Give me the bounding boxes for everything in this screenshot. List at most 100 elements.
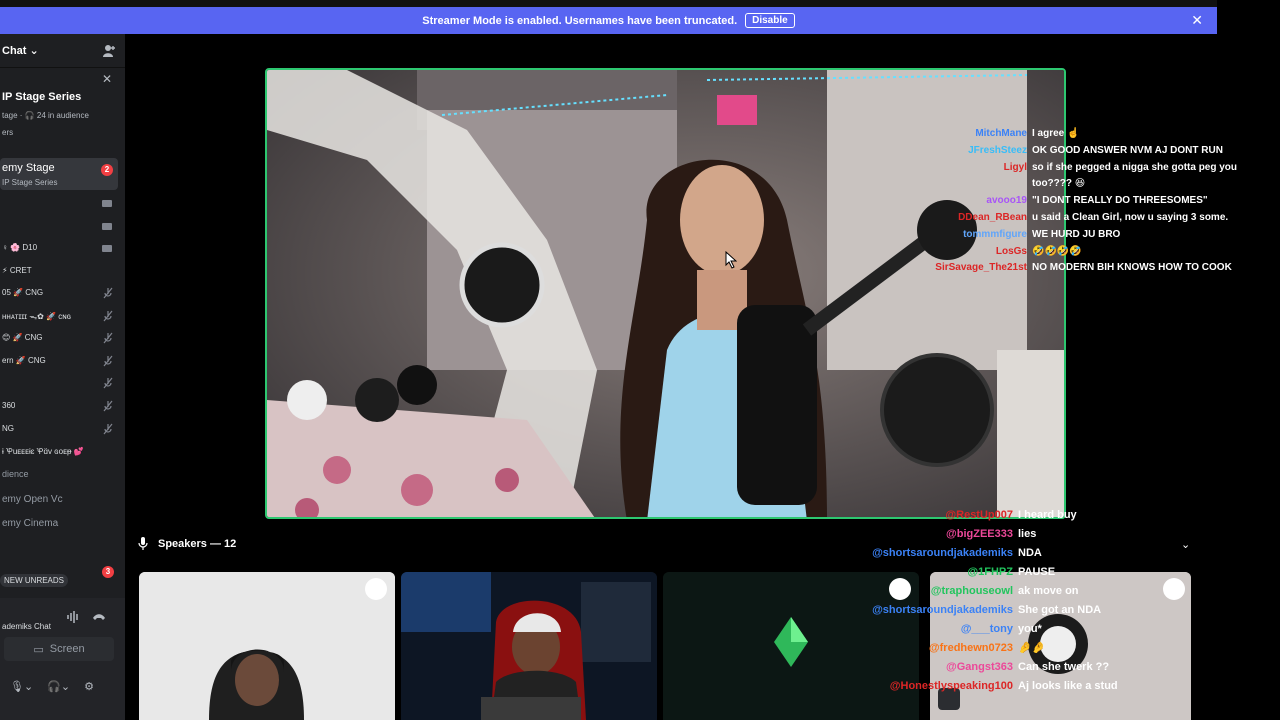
chat-overlay-bottom: @RestUp007 I heard buy @bigZEE333 lies @shor… — [860, 506, 1120, 696]
speaker-video — [401, 572, 657, 720]
chat-text: WE HURD JU BRO — [1032, 228, 1121, 240]
chat-username: @Honestlyspeaking100 — [889, 680, 1013, 692]
stage-moderator-icon — [365, 578, 387, 600]
chat-username: avooo19 — [986, 195, 1027, 207]
stage-event-meta: ers — [2, 128, 14, 137]
stage-member-row[interactable]: NG — [0, 421, 118, 437]
chat-text: She got an NDA — [1018, 604, 1102, 616]
chat-username: @Gangst363 — [946, 661, 1013, 673]
mic-muted-icon — [103, 287, 113, 299]
new-unreads-pill[interactable]: NEW UNREADS — [0, 574, 69, 587]
stage-member-row[interactable] — [0, 375, 118, 391]
share-screen-button[interactable]: ▭ Screen — [4, 637, 114, 661]
chat-message: LosGs 🤣🤣🤣🤣 — [930, 244, 1260, 261]
sidebar-item-cinema[interactable]: emy Cinema — [2, 518, 58, 529]
chat-text: NO MODERN BIH KNOWS HOW TO COOK — [1032, 262, 1232, 274]
settings-gear-icon[interactable]: ⚙ — [84, 680, 94, 693]
stage-member-row[interactable]: 😊 🚀 CNG — [0, 330, 118, 346]
chat-username: Ligyl — [1003, 161, 1027, 173]
noise-suppression-icon[interactable] — [66, 610, 80, 624]
chat-username: @bigZEE333 — [946, 528, 1013, 540]
chat-text: 🤌🤌 — [1018, 642, 1046, 654]
stage-member-row[interactable] — [0, 195, 118, 211]
chat-username: SirSavage_The21st — [935, 262, 1027, 274]
server-name[interactable]: Chat ⌄ — [2, 44, 39, 57]
chat-username: MitchMane — [975, 128, 1027, 139]
stage-member-row[interactable]: 360 — [0, 398, 118, 414]
channel-name: emy Stage — [2, 162, 55, 174]
stage-member-row[interactable]: ♀ 🌸 D10 — [0, 240, 118, 256]
member-name: 05 🚀 CNG — [2, 288, 44, 297]
stage-event-title: IP Stage Series — [2, 91, 82, 103]
chat-text: OK GOOD ANSWER NVM AJ DONT RUN — [1032, 144, 1223, 156]
microphone-icon — [138, 537, 148, 550]
headphones-icon[interactable]: 🎧⌄ — [47, 680, 70, 693]
sidebar-item-stage-active[interactable]: emy Stage IP Stage Series 2 — [0, 158, 118, 190]
chat-message: @RestUp007 I heard buy — [860, 506, 1120, 525]
chat-message: MitchMane I agree ☝️ — [930, 126, 1260, 143]
mic-muted-icon — [103, 310, 113, 322]
add-member-icon[interactable] — [102, 44, 116, 58]
chat-message: @traphouseowl ak move on — [860, 582, 1120, 601]
chat-message: SirSavage_The21st NO MODERN BIH KNOWS HOW… — [930, 260, 1260, 277]
chat-username: @1FHPZ — [967, 566, 1013, 578]
chat-text: 🤣🤣🤣🤣 — [1032, 245, 1082, 257]
chat-username: @traphouseowl — [930, 585, 1013, 597]
chat-text: Can she twerk ?? — [1018, 661, 1110, 673]
disable-button[interactable]: Disable — [745, 13, 795, 28]
member-name: 360 — [2, 401, 16, 410]
mic-muted-icon — [103, 355, 113, 367]
chat-text: you* — [1018, 623, 1042, 635]
member-name: ♀ 🌸 D10 — [2, 243, 38, 252]
chat-message: @___tony you* — [860, 620, 1120, 639]
stage-event-audience: tage · 🎧 24 in audience — [2, 111, 89, 120]
chat-message: @shortsaroundjakademiks She got an NDA — [860, 601, 1120, 620]
chat-message: @Gangst363 Can she twerk ?? — [860, 658, 1120, 677]
chat-text: lies — [1018, 528, 1037, 540]
speaker-video — [139, 572, 395, 720]
chat-message: @1FHPZ PAUSE — [860, 563, 1120, 582]
chat-message: @fredhewn0723 🤌🤌 — [860, 639, 1120, 658]
streamer-mode-banner: Streamer Mode is enabled. Usernames have… — [0, 7, 1217, 34]
microphone-icon[interactable]: 🎙⌄ — [10, 680, 33, 693]
chat-username: @fredhewn0723 — [928, 642, 1013, 654]
close-icon[interactable]: ✕ — [102, 72, 112, 86]
chat-text: PAUSE — [1018, 566, 1056, 578]
chat-text: so if she pegged a nigga she gotta peg y… — [1032, 161, 1238, 190]
channel-sidebar: Chat ⌄ ✕ IP Stage Series tage · 🎧 24 in … — [0, 34, 125, 720]
screen-icon: ▭ — [33, 643, 44, 656]
title-bar — [0, 0, 1217, 7]
chat-message: JFreshSteez OK GOOD ANSWER NVM AJ DONT RU… — [930, 143, 1260, 160]
chat-text: ak move on — [1018, 585, 1079, 597]
speakers-label: Speakers — 12 — [158, 537, 237, 550]
mic-muted-icon — [103, 332, 113, 344]
user-controls: 🎙⌄ 🎧⌄ ⚙ — [10, 680, 94, 693]
stage-member-row[interactable] — [0, 218, 118, 234]
stage-member-row[interactable]: ʜʜᴀᴛɪɪɪ ᯓ✿ 🚀 ᴄɴɢ — [0, 308, 118, 324]
chevron-down-icon[interactable]: ⌄ — [1181, 538, 1190, 551]
stage-member-row[interactable]: ɨ Ꝕuᴇᴇᴇɨɛ Ꝕɑ̈ᴠ ɢᴏᴇᵽ 💕 — [0, 443, 118, 459]
video-icon — [102, 220, 114, 232]
speaker-tile[interactable] — [139, 572, 395, 720]
sidebar-header[interactable]: Chat ⌄ — [0, 34, 125, 68]
member-name: NG — [2, 424, 14, 433]
sidebar-item-open-vc[interactable]: emy Open Vc — [2, 494, 63, 505]
member-name: 😊 🚀 CNG — [2, 333, 43, 342]
chat-text: I heard buy — [1018, 509, 1077, 521]
banner-close-icon[interactable]: ✕ — [1191, 12, 1203, 29]
stage-member-row[interactable]: 05 🚀 CNG — [0, 285, 118, 301]
mic-muted-icon — [103, 400, 113, 412]
chat-message: @bigZEE333 lies — [860, 525, 1120, 544]
chat-text: Aj looks like a stud — [1018, 680, 1118, 692]
mic-muted-icon — [103, 423, 113, 435]
stage-member-row[interactable]: ⚡ CRET — [0, 263, 118, 279]
stage-member-row[interactable]: ern 🚀 CNG — [0, 353, 118, 369]
speaker-tile[interactable] — [401, 572, 657, 720]
chat-message: tommmfigure WE HURD JU BRO — [930, 227, 1260, 244]
chat-text: u said a Clean Girl, now u saying 3 some… — [1032, 211, 1229, 223]
chat-text: I agree ☝️ — [1032, 128, 1080, 139]
chat-overlay-top: MitchMane I agree ☝️ JFreshSteez OK GOOD AN… — [930, 126, 1260, 277]
chat-message: @shortsaroundjakademiks NDA — [860, 544, 1120, 563]
speakers-header: Speakers — 12 — [138, 537, 236, 550]
disconnect-icon[interactable] — [92, 610, 106, 624]
